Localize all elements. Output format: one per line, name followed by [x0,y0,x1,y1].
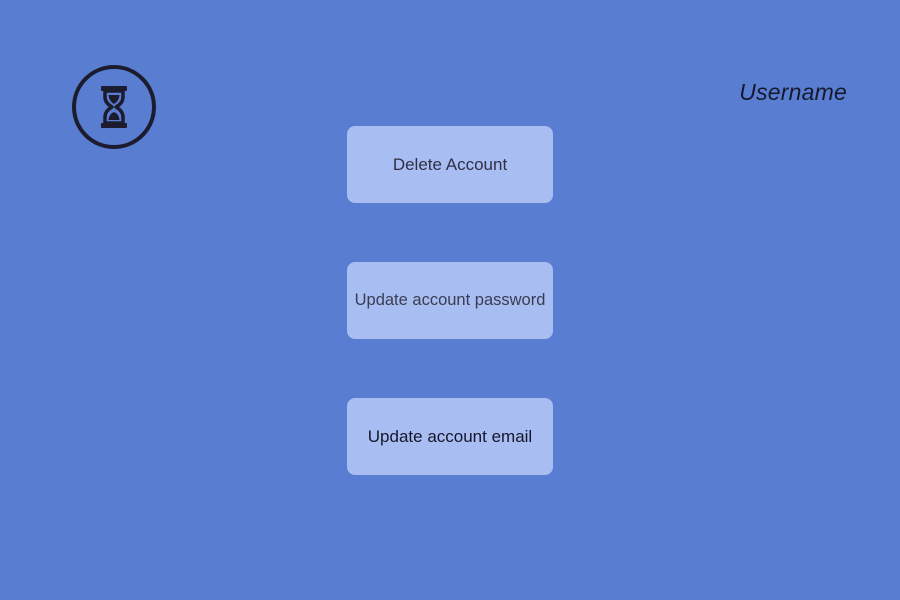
delete-account-button[interactable]: Delete Account [347,126,553,203]
hourglass-logo[interactable] [72,65,156,149]
update-email-button[interactable]: Update account email [347,398,553,475]
hourglass-icon [72,65,156,149]
update-password-button[interactable]: Update account password [347,262,553,339]
username-label[interactable]: Username [739,79,847,106]
